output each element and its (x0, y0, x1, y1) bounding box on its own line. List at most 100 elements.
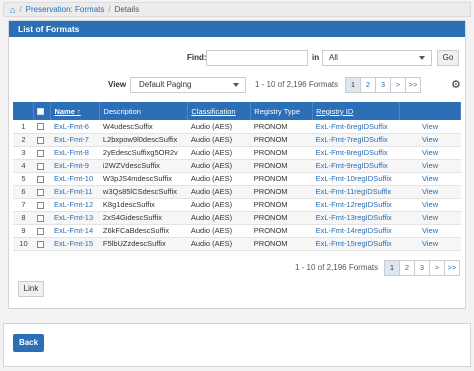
pagination-bottom: 1 2 3 > >> (384, 260, 460, 276)
format-name-link[interactable]: ExL-Fmt-9 (50, 159, 100, 173)
format-name-link[interactable]: ExL-Fmt-11 (50, 185, 100, 199)
row-checkbox[interactable] (33, 237, 51, 251)
view-link[interactable]: View (399, 224, 461, 238)
view-link[interactable]: View (399, 211, 461, 225)
name-column-header[interactable]: Name ↑ (50, 102, 101, 120)
view-link[interactable]: View (399, 146, 461, 160)
view-link[interactable]: View (399, 120, 461, 134)
view-link[interactable]: View (399, 172, 461, 186)
registry-id-link[interactable]: ExL-Fmt-12regIDSuffix (312, 198, 400, 212)
search-scope-value: All (329, 53, 338, 62)
classification-column-header[interactable]: Classification (187, 102, 252, 120)
format-name-link[interactable]: ExL-Fmt-12 (50, 198, 100, 212)
format-name-link[interactable]: ExL-Fmt-8 (50, 146, 100, 160)
format-name-link[interactable]: ExL-Fmt-14 (50, 224, 100, 238)
registry-id-column-header[interactable]: Registry ID (312, 102, 401, 120)
registry-id-link[interactable]: ExL-Fmt-9regIDSuffix (312, 159, 400, 173)
page-2-button[interactable]: 2 (360, 77, 376, 93)
last-page-button[interactable]: >> (405, 77, 421, 93)
home-icon[interactable]: ⌂ (10, 5, 15, 15)
search-input[interactable] (206, 50, 308, 66)
registry-id-link[interactable]: ExL-Fmt-7regIDSuffix (312, 133, 400, 147)
format-name-link[interactable]: ExL-Fmt-7 (50, 133, 100, 147)
link-button[interactable]: Link (18, 281, 44, 297)
row-number: 6 (13, 185, 34, 199)
row-checkbox[interactable] (33, 133, 51, 147)
table-row: 5 ExL-Fmt-10 W3pJS4mdescSuffix Audio (AE… (13, 172, 461, 186)
registry-type-cell: PRONOM (250, 146, 313, 160)
format-name-link[interactable]: ExL-Fmt-10 (50, 172, 100, 186)
description-cell: Z6kFCaBdescSuffix (99, 224, 188, 238)
page-1-button[interactable]: 1 (345, 77, 361, 93)
search-scope-select[interactable]: All (322, 50, 432, 66)
description-cell: K8g1descSuffix (99, 198, 188, 212)
breadcrumb-item-formats[interactable]: Preservation: Formats (26, 5, 105, 14)
view-link[interactable]: View (399, 237, 461, 251)
go-button[interactable]: Go (437, 50, 459, 66)
classification-cell: Audio (AES) (187, 211, 251, 225)
next-page-button[interactable]: > (390, 77, 406, 93)
row-checkbox[interactable] (33, 146, 51, 160)
registry-type-cell: PRONOM (250, 211, 313, 225)
registry-type-cell: PRONOM (250, 224, 313, 238)
back-button[interactable]: Back (13, 334, 44, 352)
description-cell: W4udescSuffix (99, 120, 188, 134)
view-select[interactable]: Default Paging (130, 77, 246, 93)
description-column-header: Description (99, 102, 189, 120)
view-link[interactable]: View (399, 185, 461, 199)
description-cell: L2bxpow9l0descSuffix (99, 133, 188, 147)
row-number: 7 (13, 198, 34, 212)
actions-column-header (399, 102, 461, 120)
page-1-button[interactable]: 1 (384, 260, 400, 276)
format-name-link[interactable]: ExL-Fmt-15 (50, 237, 100, 251)
registry-type-cell: PRONOM (250, 198, 313, 212)
format-name-link[interactable]: ExL-Fmt-13 (50, 211, 100, 225)
page-3-button[interactable]: 3 (375, 77, 391, 93)
registry-id-link[interactable]: ExL-Fmt-14regIDSuffix (312, 224, 400, 238)
classification-cell: Audio (AES) (187, 198, 251, 212)
view-link[interactable]: View (399, 159, 461, 173)
classification-cell: Audio (AES) (187, 224, 251, 238)
page-2-button[interactable]: 2 (399, 260, 415, 276)
chevron-down-icon (233, 83, 239, 87)
formats-panel: List of Formats Find: in : All Go View D… (8, 20, 466, 309)
panel-title: List of Formats (9, 21, 465, 37)
select-all-checkbox[interactable] (33, 102, 52, 120)
next-page-button[interactable]: > (429, 260, 445, 276)
chevron-down-icon (419, 56, 425, 60)
classification-cell: Audio (AES) (187, 185, 251, 199)
registry-id-link[interactable]: ExL-Fmt-11regIDSuffix (312, 185, 400, 199)
row-checkbox[interactable] (33, 159, 51, 173)
view-link[interactable]: View (399, 133, 461, 147)
registry-id-link[interactable]: ExL-Fmt-15regIDSuffix (312, 237, 400, 251)
row-number: 5 (13, 172, 34, 186)
row-checkbox[interactable] (33, 185, 51, 199)
row-checkbox[interactable] (33, 198, 51, 212)
format-name-link[interactable]: ExL-Fmt-6 (50, 120, 100, 134)
table-row: 4 ExL-Fmt-9 i2WZVdescSuffix Audio (AES) … (13, 159, 461, 173)
page-3-button[interactable]: 3 (414, 260, 430, 276)
description-cell: 2yEdescSuffixg5OR2v (99, 146, 188, 160)
row-checkbox[interactable] (33, 211, 51, 225)
row-number: 10 (13, 237, 34, 251)
last-page-button[interactable]: >> (444, 260, 460, 276)
registry-id-link[interactable]: ExL-Fmt-8regIDSuffix (312, 146, 400, 160)
view-select-value: Default Paging (139, 80, 192, 89)
registry-id-link[interactable]: ExL-Fmt-6regIDSuffix (312, 120, 400, 134)
gear-icon[interactable]: ⚙ (451, 78, 461, 91)
registry-id-link[interactable]: ExL-Fmt-13regIDSuffix (312, 211, 400, 225)
classification-cell: Audio (AES) (187, 120, 251, 134)
bottom-toolbar: 1 - 10 of 2,196 Formats 1 2 3 > >> (9, 260, 465, 276)
row-checkbox[interactable] (33, 172, 51, 186)
view-label: View (108, 80, 127, 89)
row-checkbox[interactable] (33, 120, 51, 134)
row-number: 2 (13, 133, 34, 147)
registry-id-link[interactable]: ExL-Fmt-10regIDSuffix (312, 172, 400, 186)
registry-type-cell: PRONOM (250, 172, 313, 186)
classification-cell: Audio (AES) (187, 237, 251, 251)
table-row: 7 ExL-Fmt-12 K8g1descSuffix Audio (AES) … (13, 198, 461, 212)
row-checkbox[interactable] (33, 224, 51, 238)
view-link[interactable]: View (399, 198, 461, 212)
registry-type-cell: PRONOM (250, 185, 313, 199)
table-row: 2 ExL-Fmt-7 L2bxpow9l0descSuffix Audio (… (13, 133, 461, 147)
